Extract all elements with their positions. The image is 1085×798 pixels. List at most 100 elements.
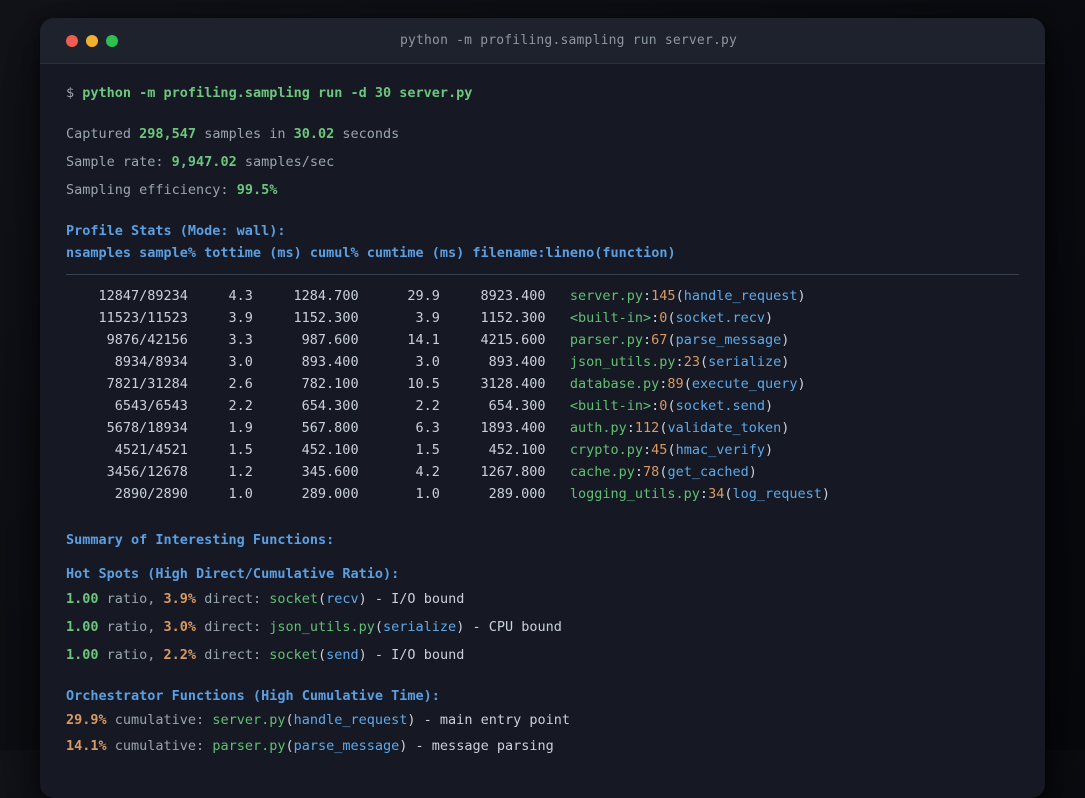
text-segment: ) — [764, 398, 774, 414]
text-segment: database.py — [569, 376, 660, 392]
text-segment: direct: — [196, 647, 270, 663]
table-row: 4521/4521 1.5 452.100 1.5 452.100 crypto.py:4… — [66, 439, 1019, 461]
text-segment: json_utils.py — [269, 619, 375, 635]
text-segment: 298,547 — [139, 126, 197, 142]
table-row: 8934/8934 3.0 893.400 3.0 893.400 json_utils.… — [66, 351, 1019, 373]
text-segment: ) — [764, 442, 774, 458]
text-segment: ( — [667, 310, 676, 326]
text-segment: cumulative: — [106, 738, 213, 754]
text-segment: ) — [797, 288, 806, 304]
table-cell-nsamples: 2890/2890 — [114, 486, 188, 502]
text-segment: 45 — [651, 442, 668, 458]
text-segment: direct: — [196, 619, 270, 635]
hot-spot-line: 1.00 ratio, 3.9% direct: socket(recv) - … — [66, 585, 1019, 613]
text-segment: ) — [358, 647, 367, 663]
command-line: $ python -m profiling.sampling run -d 30… — [66, 82, 1019, 104]
table-cell-sample_pct: 2.2 — [228, 398, 253, 414]
text-segment: hmac_verify — [675, 442, 765, 458]
table-cell-tottime: 567.800 — [301, 420, 359, 436]
text-segment: : — [699, 486, 709, 502]
text-segment: json_utils.py — [569, 354, 676, 370]
text-segment: 14.1% — [66, 738, 107, 754]
table-cell-cumtime: 1267.800 — [480, 464, 546, 480]
text-segment: ( — [667, 398, 676, 414]
table-cell-tottime: 289.000 — [301, 486, 359, 502]
summary-heading: Summary of Interesting Functions: — [66, 532, 335, 548]
text-segment: - main entry point — [415, 712, 570, 728]
text-segment: 2.2% — [163, 647, 197, 663]
table-cell-cumtime: 4215.600 — [480, 332, 546, 348]
table-cell-cumul_pct: 2.2 — [415, 398, 440, 414]
orchestrator-line: 14.1% cumulative: parser.py(parse_messag… — [66, 733, 1019, 759]
text-segment: ( — [374, 619, 384, 635]
table-row: 2890/2890 1.0 289.000 1.0 289.000 logging_uti… — [66, 483, 1019, 505]
text-segment: handle_request — [293, 712, 408, 728]
capture-stat-line: Sample rate: 9,947.02 samples/sec — [66, 148, 1019, 176]
text-segment: server.py — [569, 288, 644, 304]
table-cell-cumtime: 452.100 — [488, 442, 546, 458]
text-segment: send — [326, 647, 359, 663]
table-cell-sample_pct: 4.3 — [228, 288, 253, 304]
capture-stats: Captured 298,547 samples in 30.02 second… — [66, 120, 1019, 204]
text-segment: ( — [683, 376, 692, 392]
text-segment: - I/O bound — [366, 591, 465, 607]
capture-stat-line: Captured 298,547 samples in 30.02 second… — [66, 120, 1019, 148]
table-cell-sample_pct: 1.5 — [228, 442, 253, 458]
text-segment: 99.5% — [236, 182, 278, 198]
text-segment: ( — [667, 332, 676, 348]
text-segment: 23 — [683, 354, 700, 370]
table-cell-cumul_pct: 10.5 — [407, 376, 440, 392]
text-segment: 78 — [643, 464, 660, 480]
table-cell-tottime: 782.100 — [301, 376, 359, 392]
text-segment: recv — [326, 591, 359, 607]
text-segment: ) — [781, 332, 790, 348]
text-segment: 3.9% — [163, 591, 197, 607]
traffic-lights — [66, 34, 118, 47]
text-segment: ) — [407, 712, 416, 728]
table-cell-sample_pct: 1.9 — [228, 420, 253, 436]
table-cell-tottime: 1284.700 — [293, 288, 359, 304]
close-button[interactable] — [66, 34, 78, 47]
table-cell-nsamples: 11523/11523 — [98, 310, 188, 326]
text-segment: $ — [66, 85, 83, 101]
text-segment: auth.py — [569, 420, 627, 436]
text-segment: log_request — [732, 486, 822, 502]
table-cell-nsamples: 6543/6543 — [114, 398, 188, 414]
hot-spots-list: 1.00 ratio, 3.9% direct: socket(recv) - … — [66, 585, 1019, 669]
table-cell-sample_pct: 3.3 — [228, 332, 253, 348]
table-cell-cumul_pct: 14.1 — [407, 332, 440, 348]
table-divider — [66, 274, 1019, 275]
table-cell-location: auth.py:112(validate_token) — [546, 420, 790, 436]
text-segment: <built-in> — [569, 310, 652, 326]
text-segment: ratio, — [98, 619, 164, 635]
text-segment: cache.py — [569, 464, 635, 480]
maximize-button[interactable] — [106, 34, 118, 47]
text-segment: cumulative: — [106, 712, 213, 728]
text-segment: get_cached — [667, 464, 749, 480]
table-cell-cumtime: 3128.400 — [480, 376, 546, 392]
table-cell-location: <built-in>:0(socket.recv) — [546, 310, 774, 326]
minimize-button[interactable] — [86, 34, 98, 47]
text-segment: ) — [764, 310, 774, 326]
text-segment: 89 — [667, 376, 684, 392]
text-segment: socket.send — [675, 398, 765, 414]
profile-table: 12847/89234 4.3 1284.700 29.9 8923.400 server… — [66, 285, 1019, 505]
text-segment: - I/O bound — [366, 647, 465, 663]
text-segment: samples in — [196, 126, 294, 142]
table-cell-cumtime: 1152.300 — [480, 310, 546, 326]
table-cell-tottime: 654.300 — [301, 398, 359, 414]
table-cell-nsamples: 3456/12678 — [106, 464, 188, 480]
text-segment: <built-in> — [569, 398, 652, 414]
text-segment: 9,947.02 — [171, 154, 237, 170]
text-segment: direct: — [196, 591, 270, 607]
table-cell-cumtime: 8923.400 — [480, 288, 546, 304]
table-cell-cumtime: 289.000 — [488, 486, 546, 502]
table-cell-nsamples: 7821/31284 — [106, 376, 188, 392]
text-segment: : — [643, 442, 652, 458]
table-cell-cumtime: 893.400 — [488, 354, 546, 370]
text-segment: : — [634, 464, 644, 480]
text-segment: crypto.py — [569, 442, 644, 458]
table-cell-cumul_pct: 3.9 — [415, 310, 440, 326]
table-cell-tottime: 893.400 — [301, 354, 359, 370]
text-segment: ) — [358, 591, 367, 607]
